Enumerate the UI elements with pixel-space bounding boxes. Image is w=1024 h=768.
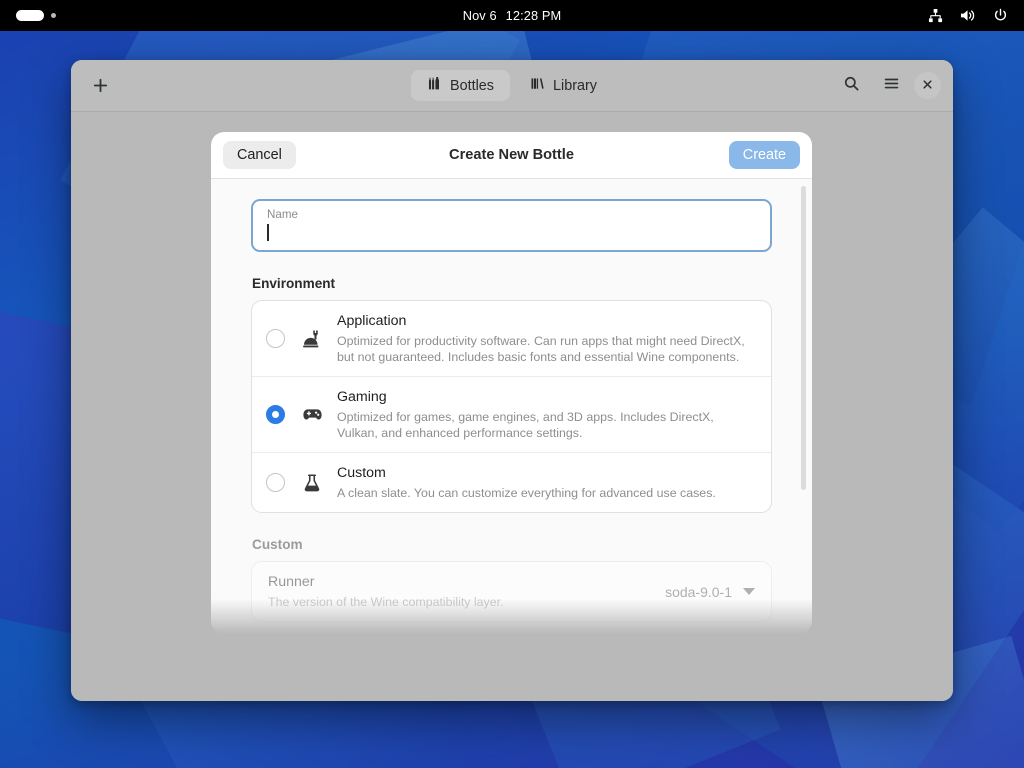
create-bottle-dialog: Cancel Create New Bottle Create Name Env… bbox=[211, 132, 812, 634]
tab-library[interactable]: Library bbox=[514, 70, 613, 101]
environment-option-text: Gaming Optimized for games, game engines… bbox=[337, 388, 755, 441]
desktop: Nov 6 12:28 PM Bottles Library Cancel Cr… bbox=[0, 0, 1024, 768]
system-status-area[interactable] bbox=[694, 8, 1024, 23]
tab-library-label: Library bbox=[553, 77, 597, 94]
dialog-content: Name Environment Application Optimized f… bbox=[211, 179, 812, 634]
environment-option-description: Optimized for games, game engines, and 3… bbox=[337, 410, 714, 440]
activities-pill-icon[interactable] bbox=[16, 10, 44, 21]
custom-options-list: Runner The version of the Wine compatibi… bbox=[251, 561, 772, 622]
gamepad-icon bbox=[301, 404, 323, 425]
top-bar-left bbox=[0, 10, 330, 21]
tab-bottles[interactable]: Bottles bbox=[411, 70, 510, 101]
application-engineering-icon bbox=[301, 329, 323, 349]
bottles-icon bbox=[427, 76, 442, 95]
environment-option-text: Custom A clean slate. You can customize … bbox=[337, 464, 755, 501]
flask-icon bbox=[301, 473, 323, 493]
view-switcher: Bottles Library bbox=[411, 70, 613, 101]
main-menu-button[interactable] bbox=[874, 69, 908, 103]
environment-options-list: Application Optimized for productivity s… bbox=[251, 300, 772, 513]
create-button[interactable]: Create bbox=[728, 141, 800, 169]
window-header-bar: Bottles Library bbox=[71, 60, 953, 112]
runner-dropdown[interactable]: soda-9.0-1 bbox=[665, 584, 755, 600]
network-wired-icon[interactable] bbox=[928, 8, 943, 23]
dialog-title: Create New Bottle bbox=[449, 147, 574, 163]
runner-title: Runner bbox=[268, 574, 315, 590]
name-input-value-row bbox=[267, 222, 756, 242]
header-center: Bottles Library bbox=[233, 70, 791, 101]
radio-custom[interactable] bbox=[266, 473, 285, 492]
library-icon bbox=[530, 76, 545, 95]
close-icon bbox=[922, 77, 933, 95]
environment-option-description: Optimized for productivity software. Can… bbox=[337, 334, 745, 364]
environment-option-custom[interactable]: Custom A clean slate. You can customize … bbox=[252, 453, 771, 512]
name-input-label: Name bbox=[267, 208, 298, 221]
runner-description: The version of the Wine compatibility la… bbox=[268, 595, 504, 609]
clock-button[interactable]: Nov 6 12:28 PM bbox=[330, 8, 694, 23]
environment-option-gaming[interactable]: Gaming Optimized for games, game engines… bbox=[252, 377, 771, 453]
volume-icon[interactable] bbox=[960, 8, 976, 23]
header-left-controls bbox=[83, 69, 233, 103]
system-top-bar: Nov 6 12:28 PM bbox=[0, 0, 1024, 31]
environment-section-title: Environment bbox=[252, 276, 336, 291]
custom-section: Custom Runner The version of the Wine co… bbox=[251, 537, 772, 622]
clock-date: Nov 6 bbox=[462, 8, 497, 23]
environment-option-title: Application bbox=[337, 313, 407, 329]
runner-row[interactable]: Runner The version of the Wine compatibi… bbox=[252, 562, 771, 621]
header-right-controls bbox=[791, 69, 941, 103]
environment-option-title: Custom bbox=[337, 465, 386, 481]
clock-time: 12:28 PM bbox=[505, 8, 562, 23]
text-cursor bbox=[267, 223, 269, 241]
radio-gaming[interactable] bbox=[266, 405, 285, 424]
name-input[interactable]: Name bbox=[251, 199, 772, 252]
workspace-dot-icon[interactable] bbox=[51, 13, 56, 18]
menu-icon bbox=[883, 75, 900, 97]
dialog-header: Cancel Create New Bottle Create bbox=[211, 132, 812, 179]
close-window-button[interactable] bbox=[914, 72, 941, 99]
environment-option-application[interactable]: Application Optimized for productivity s… bbox=[252, 301, 771, 377]
environment-option-title: Gaming bbox=[337, 389, 387, 405]
chevron-down-icon bbox=[743, 588, 755, 595]
tab-bottles-label: Bottles bbox=[450, 77, 494, 94]
radio-application[interactable] bbox=[266, 329, 285, 348]
runner-selected-value: soda-9.0-1 bbox=[665, 583, 732, 600]
dialog-scrollbar[interactable] bbox=[801, 186, 806, 490]
power-icon[interactable] bbox=[993, 8, 1008, 23]
cancel-button[interactable]: Cancel bbox=[223, 141, 296, 169]
custom-section-title: Custom bbox=[252, 537, 303, 552]
search-button[interactable] bbox=[834, 69, 868, 103]
new-bottle-button[interactable] bbox=[83, 69, 117, 103]
environment-option-description: A clean slate. You can customize everyth… bbox=[337, 486, 716, 500]
environment-option-text: Application Optimized for productivity s… bbox=[337, 312, 755, 365]
runner-text: Runner The version of the Wine compatibi… bbox=[268, 573, 665, 610]
search-icon bbox=[843, 75, 860, 97]
